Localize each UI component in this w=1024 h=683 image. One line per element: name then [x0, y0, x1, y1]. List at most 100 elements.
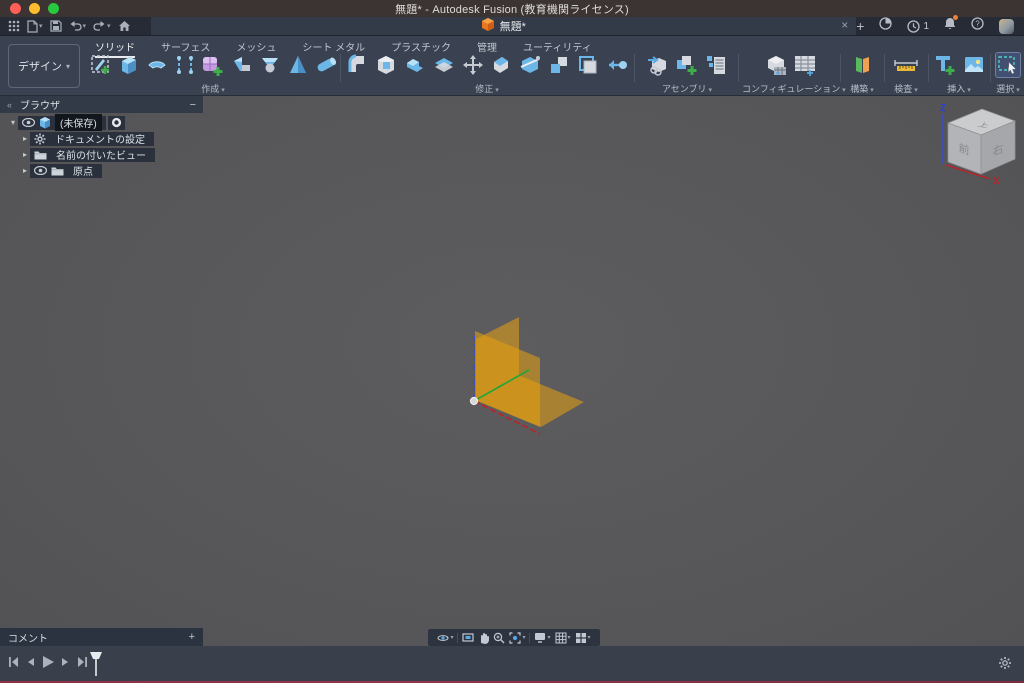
zoom-icon[interactable] [493, 632, 505, 644]
ribbon-group-select: 選択 [992, 50, 1024, 96]
select-group-dropdown[interactable]: 選択 [992, 82, 1024, 95]
timeline-position-marker[interactable] [88, 651, 104, 677]
replace-face-icon[interactable] [546, 52, 572, 78]
ribbon-divider [884, 54, 885, 82]
inspect-group-dropdown[interactable]: 検査 [886, 82, 926, 95]
press-pull-icon[interactable] [344, 52, 370, 78]
workspace-selector[interactable]: デザイン [8, 44, 80, 88]
timeline-settings-gear-icon[interactable] [998, 656, 1012, 670]
notifications-button[interactable] [944, 17, 956, 35]
svg-text:?: ? [975, 19, 980, 28]
revolve-icon[interactable] [144, 52, 169, 78]
new-tab-button[interactable]: + [856, 19, 864, 33]
rib-icon[interactable] [257, 52, 282, 78]
named-views-label[interactable]: 名前の付いたビュー [51, 146, 151, 163]
document-tab[interactable]: 無題* × [151, 17, 856, 35]
home-icon[interactable] [118, 20, 131, 32]
bom-structure-icon[interactable] [703, 52, 729, 78]
align-icon[interactable] [489, 52, 515, 78]
step-back-icon[interactable] [25, 656, 35, 668]
document-settings-label[interactable]: ドキュメントの設定 [50, 130, 150, 147]
combine-icon[interactable] [402, 52, 428, 78]
create-group-dropdown[interactable]: 作成 [88, 82, 338, 95]
configuration-group-dropdown[interactable]: コンフィギュレーション [742, 82, 838, 95]
workspace-label: デザイン [18, 58, 62, 74]
grid-snap-icon[interactable]: ▾ [555, 632, 571, 644]
orbit-icon[interactable]: ▾ [437, 632, 453, 644]
root-document-label[interactable]: (未保存) [55, 114, 102, 131]
cylinder-primitive-icon[interactable] [313, 52, 338, 78]
move-copy-icon[interactable] [460, 52, 486, 78]
modify-group-dropdown[interactable]: 修正 [344, 82, 630, 95]
folder-icon [51, 166, 64, 176]
look-at-icon[interactable] [462, 632, 474, 643]
undo-icon[interactable]: ▾ [69, 21, 87, 32]
remove-icon[interactable] [604, 52, 630, 78]
insert-text-icon[interactable] [932, 52, 958, 78]
display-settings-icon[interactable]: ▾ [534, 632, 550, 643]
notification-dot [953, 15, 958, 20]
add-comment-button[interactable]: + [189, 631, 195, 643]
viewport-canvas[interactable]: 上 前 右 Z X « ブラウザ − ▾ (未保存) [0, 96, 1024, 647]
assemble-group-dropdown[interactable]: アセンブリ [638, 82, 736, 95]
viewports-icon[interactable]: ▾ [575, 632, 591, 644]
job-status-button[interactable]: 1 [907, 20, 929, 33]
tree-row-document-settings[interactable]: ▸ ドキュメントの設定 [20, 132, 203, 145]
extensions-icon[interactable] [879, 17, 892, 35]
shell-icon[interactable] [373, 52, 399, 78]
tree-row-root[interactable]: ▾ (未保存) [8, 116, 203, 129]
play-icon[interactable] [41, 655, 55, 669]
construct-group-dropdown[interactable]: 構築 [842, 82, 882, 95]
file-menu-icon[interactable]: ▾ [27, 20, 43, 33]
app-grid-icon[interactable] [8, 20, 20, 32]
settings-gear-icon [34, 133, 46, 145]
tree-row-named-views[interactable]: ▸ 名前の付いたビュー [20, 148, 203, 161]
collapsed-chevron-icon[interactable]: ▸ [20, 166, 30, 175]
thicken-icon[interactable] [431, 52, 457, 78]
save-icon[interactable] [50, 20, 62, 32]
collapsed-chevron-icon[interactable]: ▸ [20, 134, 30, 143]
offset-face-icon[interactable] [575, 52, 601, 78]
pan-icon[interactable] [478, 632, 489, 644]
construction-plane-icon[interactable] [849, 52, 875, 78]
configure-icon[interactable] [763, 52, 789, 78]
visibility-eye-icon[interactable] [22, 118, 35, 127]
macos-titlebar: 無題* - Autodesk Fusion (教育機関ライセンス) [0, 0, 1024, 17]
create-form-icon[interactable] [200, 52, 226, 78]
close-tab-icon[interactable]: × [841, 18, 848, 32]
configuration-table-icon[interactable] [792, 52, 818, 78]
measure-icon[interactable] [893, 52, 919, 78]
collapsed-chevron-icon[interactable]: ▸ [20, 150, 30, 159]
cone-primitive-icon[interactable] [285, 52, 310, 78]
user-avatar[interactable] [999, 19, 1014, 34]
origin-point[interactable] [470, 397, 477, 404]
insert-derive-icon[interactable] [645, 52, 671, 78]
origin-label[interactable]: 原点 [68, 162, 98, 179]
visibility-eye-icon[interactable] [34, 166, 47, 175]
browser-minimize-button[interactable]: − [190, 99, 196, 111]
browser-header[interactable]: « ブラウザ − [0, 96, 203, 113]
split-body-icon[interactable] [517, 52, 543, 78]
tree-row-origin[interactable]: ▸ 原点 [20, 164, 203, 177]
navbar-separator [529, 633, 530, 643]
go-to-start-icon[interactable] [8, 656, 19, 668]
comments-bar[interactable]: コメント + [0, 628, 203, 646]
fit-icon[interactable]: ▾ [509, 632, 525, 644]
loft-icon[interactable] [172, 52, 197, 78]
go-to-end-icon[interactable] [77, 656, 88, 668]
browser-collapse-icon[interactable]: « [7, 100, 12, 110]
step-forward-icon[interactable] [61, 656, 71, 668]
view-cube[interactable]: 上 前 右 Z X [930, 96, 1024, 188]
create-sketch-icon[interactable] [88, 52, 113, 78]
activate-radio-icon[interactable] [111, 117, 122, 128]
select-tool-icon[interactable] [995, 52, 1021, 78]
expand-chevron-icon[interactable]: ▾ [8, 118, 18, 127]
redo-icon[interactable]: ▾ [93, 21, 111, 32]
help-icon[interactable]: ? [971, 17, 984, 35]
sweep-icon[interactable] [229, 52, 254, 78]
new-component-icon[interactable] [674, 52, 700, 78]
insert-group-dropdown[interactable]: 挿入 [930, 82, 988, 95]
extrude-icon[interactable] [116, 52, 141, 78]
document-cube-icon [39, 117, 51, 129]
insert-image-icon[interactable] [961, 52, 987, 78]
